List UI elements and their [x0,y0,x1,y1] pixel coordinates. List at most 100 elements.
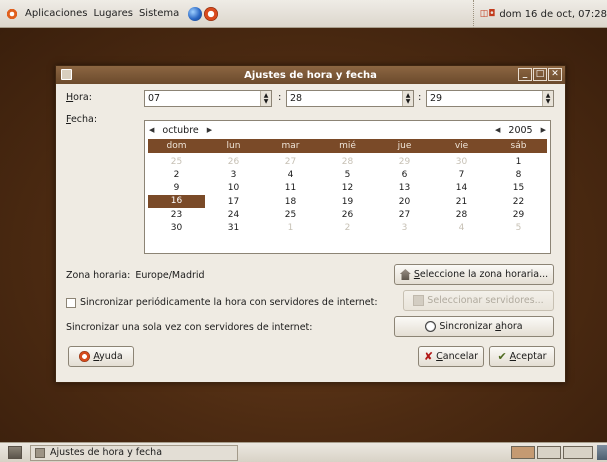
calendar-year: 2005 [508,124,533,136]
calendar-day[interactable]: 30 [148,223,205,233]
accept-icon: ✔ [497,350,507,363]
calendar-day[interactable]: 28 [319,157,376,167]
network-icon[interactable]: ◫◘ [480,9,496,19]
calendar-day[interactable]: 21 [433,197,490,207]
calendar-day[interactable]: 31 [205,223,262,233]
panel-menu: Aplicaciones Lugares Sistema [22,8,182,19]
hour-value[interactable]: 07 [145,93,260,104]
maximize-icon[interactable]: □ [533,68,547,81]
accept-button[interactable]: ✔ Aceptar [489,346,555,367]
calendar-day[interactable]: 27 [376,210,433,220]
sync-now-button[interactable]: Sincronizar ahora [394,316,554,337]
calendar-day[interactable]: 25 [262,210,319,220]
calendar-day[interactable]: 26 [319,210,376,220]
menu-lugares[interactable]: Lugares [90,8,135,19]
next-month-icon[interactable]: ▶ [207,126,212,134]
calendar-day[interactable]: 20 [376,197,433,207]
calendar-day[interactable]: 17 [205,197,262,207]
calendar-day[interactable]: 5 [319,170,376,180]
calendar-week: 30 31 1 2 3 4 5 [148,221,547,234]
calendar-day[interactable]: 10 [205,183,262,193]
sync-periodic-label[interactable]: Sincronizar periódicamente la hora con s… [80,297,378,308]
calendar-day[interactable]: 7 [433,170,490,180]
calendar-day[interactable]: 15 [490,183,547,193]
calendar-day[interactable]: 11 [262,183,319,193]
minimize-icon[interactable]: _ [518,68,532,81]
menu-aplicaciones[interactable]: Aplicaciones [22,8,90,19]
show-desktop-icon[interactable] [8,446,22,459]
calendar-day[interactable]: 14 [433,183,490,193]
web-browser-icon[interactable] [188,6,203,21]
second-spinner[interactable]: 29 ▲ ▼ [426,90,554,107]
calendar-day[interactable]: 23 [148,210,205,220]
calendar-day[interactable]: 2 [148,170,205,180]
calendar-day[interactable]: 16 [148,195,205,209]
weekday: lun [226,141,241,151]
second-spin-arrows[interactable]: ▲ ▼ [542,91,553,106]
calendar-day[interactable]: 3 [376,223,433,233]
weekday: sáb [510,141,527,151]
calendar-day[interactable]: 29 [376,157,433,167]
workspace-1[interactable] [511,446,535,459]
calendar-day[interactable]: 6 [376,170,433,180]
second-value[interactable]: 29 [427,93,542,104]
calendar-day[interactable]: 22 [490,197,547,207]
time-date-dialog: Ajustes de hora y fecha _ □ ✕ Hora: 07 ▲… [55,65,566,383]
help-icon[interactable] [204,6,219,21]
calendar-day[interactable]: 30 [433,157,490,167]
calendar: ◀ octubre ▶ ◀ 2005 ▶ dom lun mar mié jue… [144,120,551,254]
minute-spinner[interactable]: 28 ▲ ▼ [286,90,414,107]
calendar-day[interactable]: 25 [148,157,205,167]
next-year-icon[interactable]: ▶ [541,126,546,134]
calendar-day[interactable]: 2 [319,223,376,233]
hour-spinner[interactable]: 07 ▲ ▼ [144,90,272,107]
prev-year-icon[interactable]: ◀ [495,126,500,134]
select-timezone-button[interactable]: Seleccione la zona horaria... [394,264,554,285]
calendar-day[interactable]: 9 [148,183,205,193]
calendar-day[interactable]: 19 [319,197,376,207]
prev-month-icon[interactable]: ◀ [149,126,154,134]
cancel-button[interactable]: ✘ Cancelar [418,346,484,367]
lifebuoy-icon [79,351,91,362]
calendar-day[interactable]: 27 [262,157,319,167]
hour-spin-arrows[interactable]: ▲ ▼ [260,91,271,106]
close-icon[interactable]: ✕ [548,68,562,81]
sync-periodic-checkbox[interactable] [66,297,76,308]
house-icon [399,269,411,280]
calendar-day[interactable]: 26 [205,157,262,167]
fecha-label: Fecha: [66,114,98,125]
weekday: mié [339,141,356,151]
calendar-day[interactable]: 13 [376,183,433,193]
weekday: mar [281,141,300,151]
calendar-day[interactable]: 5 [490,223,547,233]
workspace-3[interactable] [563,446,593,459]
select-servers-button[interactable]: Seleccionar servidores... [403,290,554,311]
calendar-day[interactable]: 29 [490,210,547,220]
taskbar-item[interactable]: Ajustes de hora y fecha [30,444,238,461]
menu-sistema[interactable]: Sistema [136,8,182,19]
calendar-day[interactable]: 1 [262,223,319,233]
dialog-titlebar[interactable]: Ajustes de hora y fecha _ □ ✕ [56,66,565,84]
panel-clock[interactable]: dom 16 de oct, 07:28 [499,9,607,20]
window-menu-icon[interactable] [61,69,72,80]
calendar-day[interactable]: 18 [262,197,319,207]
calendar-day[interactable]: 8 [490,170,547,180]
calendar-week: 2345678 [148,168,547,181]
help-button[interactable]: Ayuda [68,346,134,367]
minute-value[interactable]: 28 [287,93,402,104]
calendar-day[interactable]: 4 [433,223,490,233]
calendar-day[interactable]: 4 [262,170,319,180]
minute-spin-arrows[interactable]: ▲ ▼ [402,91,413,106]
calendar-day[interactable]: 12 [319,183,376,193]
ubuntu-logo-icon[interactable] [6,7,18,20]
taskbar-item-label: Ajustes de hora y fecha [50,447,163,458]
sync-once-row: Sincronizar una sola vez con servidores … [66,322,312,333]
clock-area: ◫◘ dom 16 de oct, 07:28 [472,0,607,28]
calendar-day[interactable]: 1 [490,157,547,167]
calendar-day[interactable]: 28 [433,210,490,220]
calendar-day[interactable]: 3 [205,170,262,180]
trash-icon[interactable] [597,445,607,460]
workspace-2[interactable] [537,446,561,459]
accept-button-label: Aceptar [509,351,547,362]
calendar-day[interactable]: 24 [205,210,262,220]
